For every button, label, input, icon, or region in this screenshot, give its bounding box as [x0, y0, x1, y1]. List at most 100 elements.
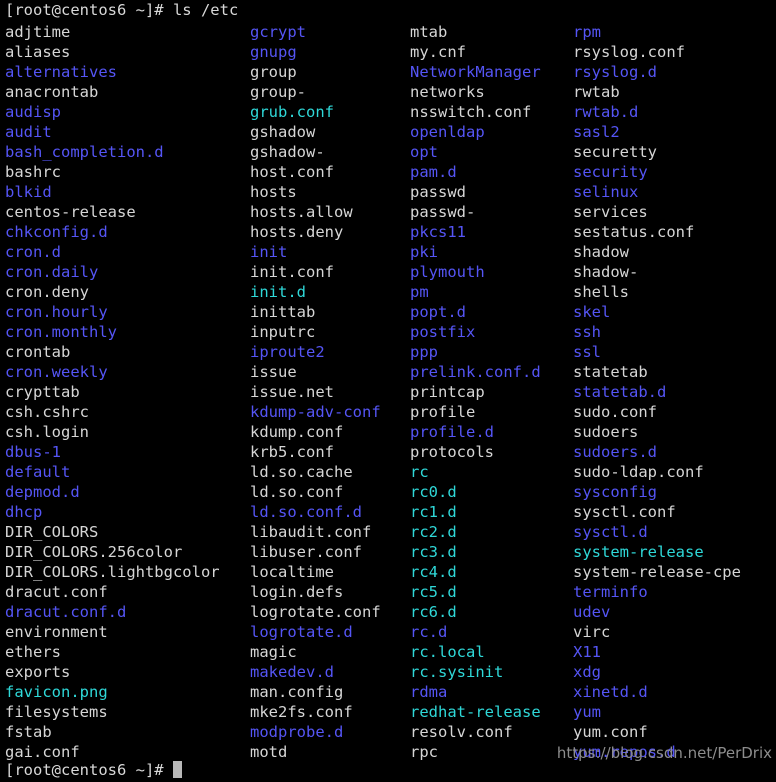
file-entry: sudo.conf [573, 403, 657, 421]
file-entry: default [5, 463, 71, 481]
file-entry: yum [573, 703, 601, 721]
file-entry: profile [410, 403, 476, 421]
file-entry: pam.d [410, 163, 457, 181]
file-entry: init.conf [250, 263, 334, 281]
file-entry: skel [573, 303, 611, 321]
file-entry: ppp [410, 343, 438, 361]
file-entry: ssh [573, 323, 601, 341]
file-entry: profile.d [410, 423, 494, 441]
file-entry: popt.d [410, 303, 466, 321]
file-entry: postfix [410, 323, 476, 341]
file-entry: rpm [573, 23, 601, 41]
file-entry: rsyslog.d [573, 63, 657, 81]
file-entry: cron.hourly [5, 303, 108, 321]
file-entry: nsswitch.conf [410, 103, 532, 121]
file-entry: cron.weekly [5, 363, 108, 381]
file-entry: passwd- [410, 203, 476, 221]
file-entry: anacrontab [5, 83, 99, 101]
file-entry: gshadow- [250, 143, 325, 161]
file-entry: statetab [573, 363, 648, 381]
file-entry: gshadow [250, 123, 316, 141]
file-entry: kdump-adv-conf [250, 403, 381, 421]
file-entry: virc [573, 623, 611, 641]
file-entry: pm [410, 283, 429, 301]
file-entry: adjtime [5, 23, 71, 41]
file-entry: ssl [573, 343, 601, 361]
file-entry: xinetd.d [573, 683, 648, 701]
file-entry: udev [573, 603, 611, 621]
file-entry: rc0.d [410, 483, 457, 501]
file-entry: system-release [573, 543, 704, 561]
file-entry: pkcs11 [410, 223, 466, 241]
file-entry: printcap [410, 383, 485, 401]
file-entry: filesystems [5, 703, 108, 721]
file-entry: iproute2 [250, 343, 325, 361]
file-entry: grub.conf [250, 103, 334, 121]
file-entry: makedev.d [250, 663, 334, 681]
file-entry: sudoers [573, 423, 639, 441]
file-entry: magic [250, 643, 297, 661]
file-entry: favicon.png [5, 683, 108, 701]
file-entry: bash_completion.d [5, 143, 164, 161]
file-entry: chkconfig.d [5, 223, 108, 241]
file-entry: plymouth [410, 263, 485, 281]
file-entry: sestatus.conf [573, 223, 695, 241]
file-entry: gcrypt [250, 23, 306, 41]
file-entry: hosts [250, 183, 297, 201]
file-entry: mtab [410, 23, 448, 41]
file-entry: rc.d [410, 623, 448, 641]
file-entry: rc2.d [410, 523, 457, 541]
file-entry: ethers [5, 643, 61, 661]
file-entry: rwtab [573, 83, 620, 101]
file-entry: login.defs [250, 583, 344, 601]
file-entry: rc3.d [410, 543, 457, 561]
terminal-window[interactable]: [root@centos6 ~]# ls /etc adjtime aliases… [0, 0, 776, 782]
file-entry: sysconfig [573, 483, 657, 501]
file-entry: dracut.conf [5, 583, 108, 601]
file-entry: init [250, 243, 288, 261]
file-entry: host.conf [250, 163, 334, 181]
file-entry: exports [5, 663, 71, 681]
file-entry: group- [250, 83, 306, 101]
file-entry: blkid [5, 183, 52, 201]
file-entry: dbus-1 [5, 443, 61, 461]
file-entry: crypttab [5, 383, 80, 401]
file-entry: prelink.conf.d [410, 363, 541, 381]
file-entry: environment [5, 623, 108, 641]
file-entry: selinux [573, 183, 639, 201]
file-entry: sasl2 [573, 123, 620, 141]
file-entry: ld.so.cache [250, 463, 353, 481]
file-entry: system-release-cpe [573, 563, 741, 581]
file-entry: mke2fs.conf [250, 703, 353, 721]
file-entry: issue.net [250, 383, 334, 401]
file-entry: pki [410, 243, 438, 261]
file-entry: aliases [5, 43, 71, 61]
file-entry: init.d [250, 283, 306, 301]
file-entry: ld.so.conf.d [250, 503, 362, 521]
file-entry: depmod.d [5, 483, 80, 501]
command-prompt-line-top: [root@centos6 ~]# ls /etc [5, 1, 239, 19]
file-entry: inputrc [250, 323, 316, 341]
file-entry: securetty [573, 143, 657, 161]
file-entry: localtime [250, 563, 334, 581]
file-entry: dhcp [5, 503, 43, 521]
file-entry: sudo-ldap.conf [573, 463, 704, 481]
file-entry: centos-release [5, 203, 136, 221]
file-entry: rc5.d [410, 583, 457, 601]
file-entry: xdg [573, 663, 601, 681]
file-entry: X11 [573, 643, 601, 661]
file-entry: logrotate.conf [250, 603, 381, 621]
file-entry: audisp [5, 103, 61, 121]
file-entry: sysctl.d [573, 523, 648, 541]
file-entry: bashrc [5, 163, 61, 181]
command-prompt-line-bottom[interactable]: [root@centos6 ~]# [0, 760, 776, 780]
file-entry: yum.conf [573, 723, 648, 741]
file-entry: DIR_COLORS.lightbgcolor [5, 563, 220, 581]
file-entry: issue [250, 363, 297, 381]
file-entry: krb5.conf [250, 443, 334, 461]
file-entry: modprobe.d [250, 723, 344, 741]
file-entry: logrotate.d [250, 623, 353, 641]
file-entry: DIR_COLORS [5, 523, 99, 541]
file-entry: shadow- [573, 263, 639, 281]
file-entry: ld.so.conf [250, 483, 344, 501]
